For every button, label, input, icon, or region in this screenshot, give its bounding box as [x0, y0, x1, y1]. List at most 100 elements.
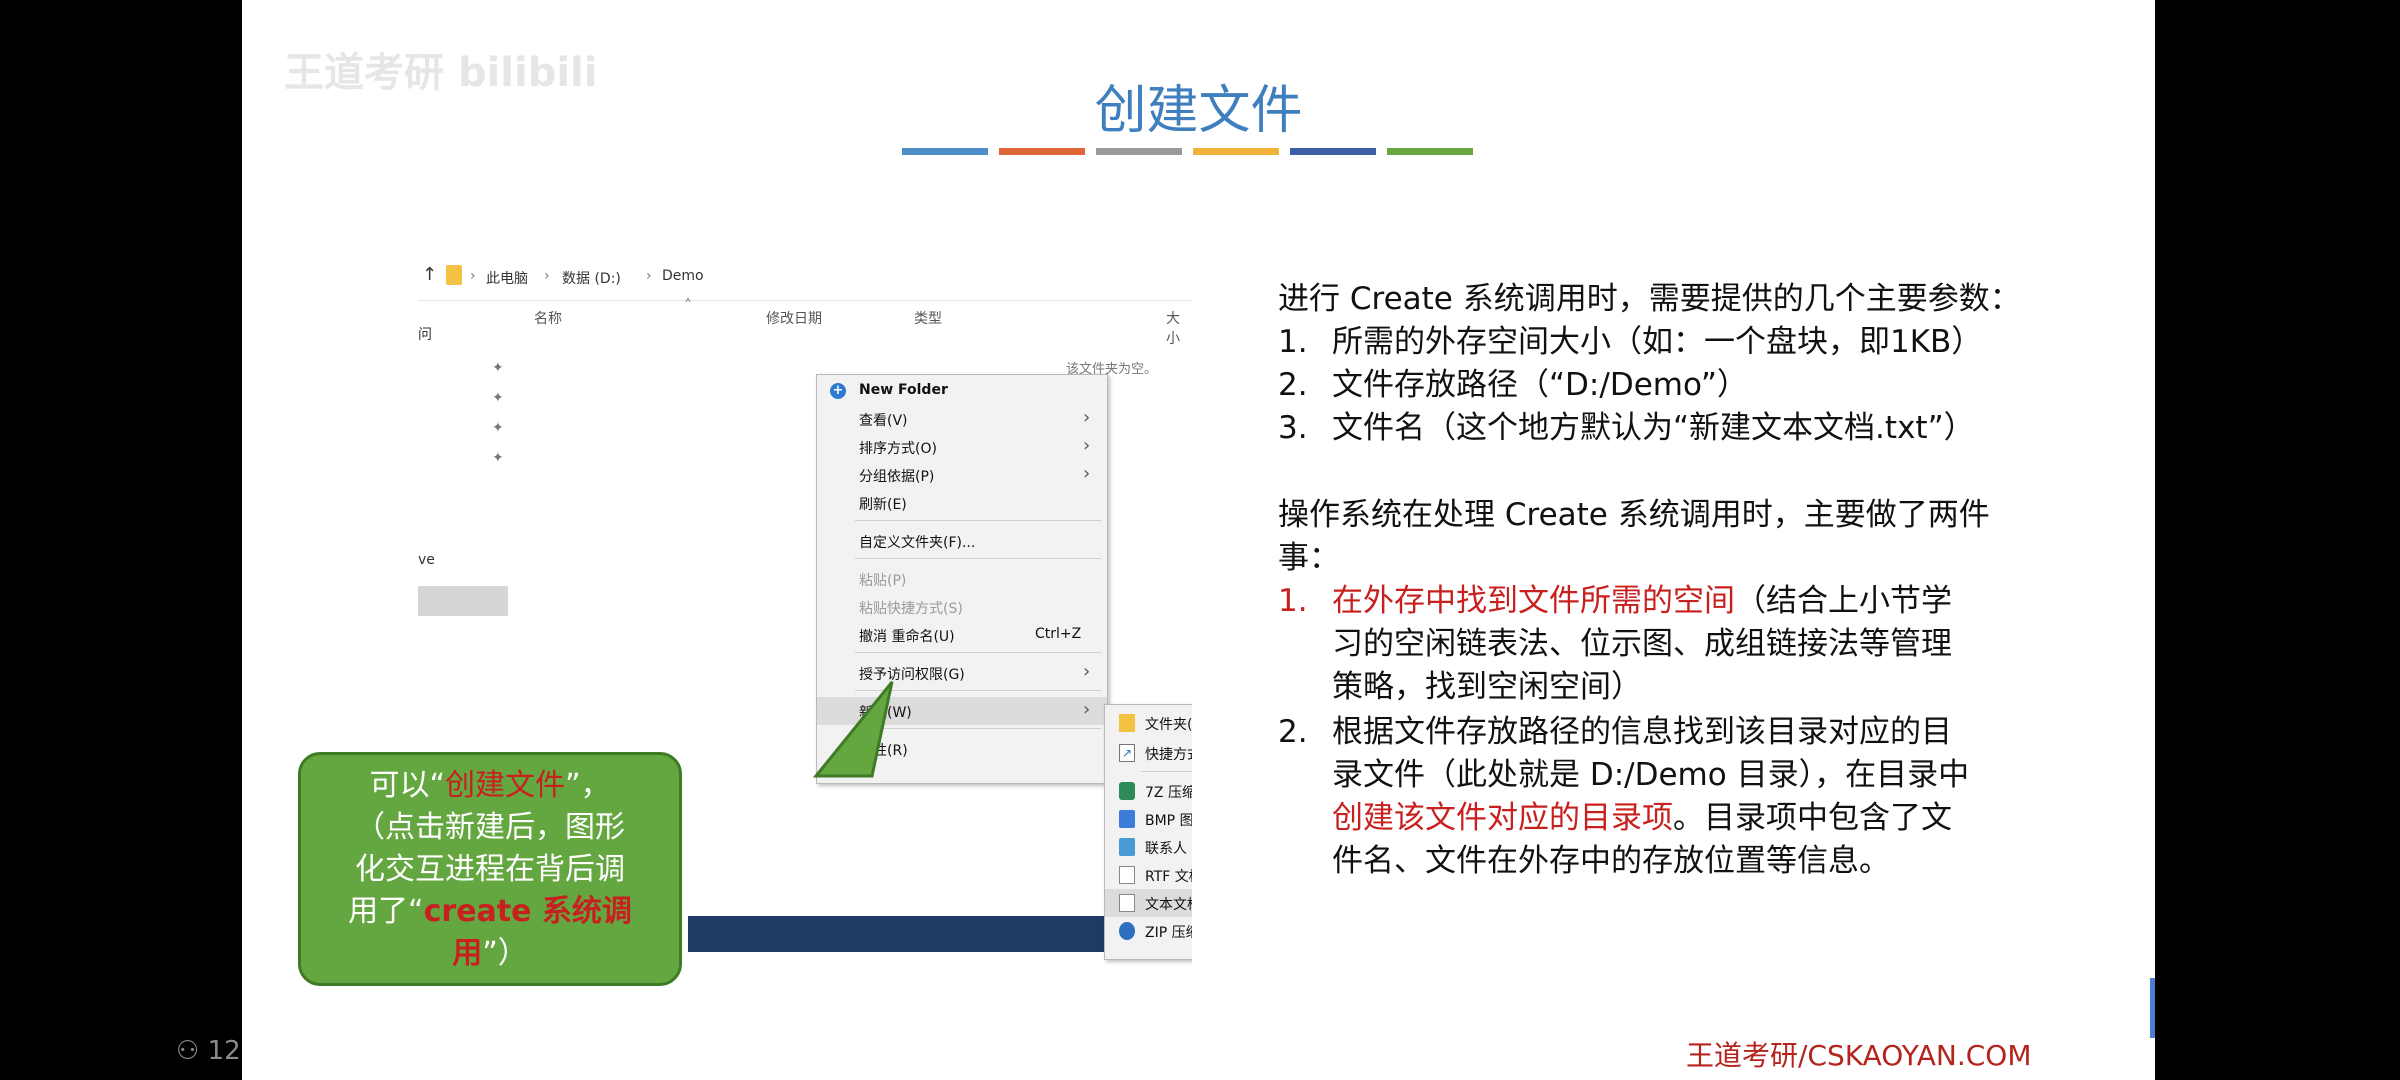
column-header-name[interactable]: 名称	[534, 308, 562, 328]
menu-item-label: 自定义文件夹(F)...	[859, 535, 976, 551]
os-item-2-line: 录文件（此处就是 D:/Demo 目录），在目录中	[1332, 757, 1970, 793]
submenu-item-label: 快捷方式(S)	[1145, 747, 1192, 763]
param-text: 文件名（这个地方默认为“新建文本文档.txt”）	[1332, 410, 1975, 446]
document-icon	[1119, 866, 1135, 884]
submenu-item-label: 联系人	[1145, 841, 1187, 857]
list-number: 1.	[1278, 583, 1308, 619]
title-stripe	[1096, 148, 1182, 155]
os-item-2-line: 创建该文件对应的目录项。目录项中包含了文	[1332, 797, 1952, 840]
contact-icon	[1119, 838, 1135, 856]
bubble-text: 可以“	[369, 768, 445, 803]
menu-item-label: 分组依据(P)	[859, 469, 935, 485]
breadcrumb-separator-icon: ›	[470, 268, 476, 284]
menu-separator	[855, 558, 1101, 559]
menu-item-label: 粘贴快捷方式(S)	[859, 601, 963, 617]
viewer-icon: ⚇	[176, 1036, 208, 1066]
item-text: 根据文件存放路径的信息找到该目录对应的目	[1332, 714, 1952, 750]
address-bar[interactable]: ↑ › 此电脑 › 数据 (D:) › Demo	[418, 256, 1192, 301]
bubble-line: 用了“create 系统调	[301, 891, 679, 933]
chevron-right-icon: ›	[1083, 661, 1091, 682]
submenu-item-bmp[interactable]: BMP 图像	[1105, 805, 1192, 833]
sidebar-selected-item[interactable]	[418, 586, 508, 616]
menu-item-undo-rename[interactable]: 撤消 重命名(U) Ctrl+Z	[817, 621, 1107, 649]
sidebar-fragment: ve	[418, 552, 435, 568]
footer-brand: 王道考研/CSKAOYAN.COM	[1686, 1039, 2032, 1072]
menu-item-label: 粘贴(P)	[859, 573, 907, 589]
chevron-right-icon: ›	[1083, 699, 1091, 720]
os-intro: 操作系统在处理 Create 系统调用时，主要做了两件	[1278, 497, 1990, 533]
pin-icon: ✦	[492, 360, 504, 376]
callout-bubble: 可以“创建文件”， （点击新建后，图形 化交互进程在背后调 用了“create …	[298, 752, 682, 986]
slide-title: 创建文件	[1094, 81, 1303, 141]
menu-item-label: 排序方式(O)	[859, 441, 937, 457]
highlight-text: 在外存中找到文件所需的空间	[1332, 583, 1735, 619]
submenu-item-text-document[interactable]: 文本文档	[1105, 889, 1192, 917]
sort-caret-icon: ˄	[684, 296, 692, 315]
submenu-item-7z[interactable]: 7Z 压缩文件	[1105, 777, 1192, 805]
menu-item-sort[interactable]: 排序方式(O) ›	[817, 433, 1107, 461]
menu-item-label: 刷新(E)	[859, 497, 907, 513]
menu-separator	[855, 652, 1101, 653]
menu-item-group[interactable]: 分组依据(P) ›	[817, 461, 1107, 489]
os-item-1-line: 习的空闲链表法、位示图、成组链接法等管理	[1332, 626, 1952, 662]
sidebar-fragment: 问	[418, 327, 432, 343]
new-submenu: 文件夹(F) ↗ 快捷方式(S) 7Z 压缩文件 BMP 图像 联系人 RTF	[1104, 704, 1192, 960]
submenu-item-zip[interactable]: ZIP 压缩文件	[1105, 917, 1192, 945]
image-icon	[1119, 810, 1135, 828]
pin-icon: ✦	[492, 390, 504, 406]
breadcrumb-item[interactable]: 此电脑	[486, 268, 528, 288]
menu-item-refresh[interactable]: 刷新(E)	[817, 489, 1107, 517]
submenu-item-rtf[interactable]: RTF 文档	[1105, 861, 1192, 889]
title-stripe	[999, 148, 1085, 155]
item-text: 。目录项中包含了文	[1673, 800, 1952, 836]
submenu-item-shortcut[interactable]: ↗ 快捷方式(S)	[1105, 739, 1192, 767]
new-folder-icon: +	[830, 383, 846, 399]
menu-separator	[855, 520, 1101, 521]
list-number: 2.	[1278, 367, 1308, 403]
menu-separator	[1141, 771, 1192, 772]
bubble-line: （点击新建后，图形	[355, 810, 625, 845]
bubble-highlight: 用	[452, 936, 483, 971]
submenu-item-folder[interactable]: 文件夹(F)	[1105, 709, 1192, 737]
bubble-highlight: create 系统调	[423, 894, 632, 929]
menu-item-customize[interactable]: 自定义文件夹(F)...	[817, 527, 1107, 555]
bubble-line: 可以“创建文件”，	[301, 765, 679, 807]
column-header-date[interactable]: 修改日期	[766, 308, 822, 328]
os-item-1-line: 策略，找到空闲空间）	[1332, 669, 1642, 705]
submenu-item-contact[interactable]: 联系人	[1105, 833, 1192, 861]
folder-icon	[1119, 714, 1135, 732]
breadcrumb-separator-icon: ›	[544, 268, 550, 284]
archive-icon	[1119, 782, 1135, 800]
menu-item-shortcut: Ctrl+Z	[1035, 626, 1082, 642]
submenu-item-label: ZIP 压缩文件	[1145, 925, 1192, 941]
bubble-text: ”）	[482, 936, 528, 971]
menu-item-new-folder[interactable]: + New Folder	[817, 377, 1107, 405]
submenu-item-label: RTF 文档	[1145, 869, 1192, 885]
column-header-type[interactable]: 类型	[914, 308, 942, 328]
bubble-line: 用”）	[301, 933, 679, 975]
title-stripe	[902, 148, 988, 155]
slide: 王道考研 bilibili 创建文件 ↑ › 此电脑 › 数据 (D:) › D…	[242, 0, 2155, 1080]
text-file-icon	[1119, 894, 1135, 912]
viewer-count: ⚇ 12	[176, 1036, 241, 1066]
chevron-right-icon: ›	[1083, 463, 1091, 484]
up-arrow-icon[interactable]: ↑	[422, 264, 437, 285]
breadcrumb-item[interactable]: 数据 (D:)	[562, 268, 621, 288]
menu-item-paste-shortcut: 粘贴快捷方式(S)	[817, 593, 1107, 621]
column-header-size[interactable]: 大小	[1166, 308, 1192, 348]
menu-item-paste: 粘贴(P)	[817, 565, 1107, 593]
menu-item-view[interactable]: 查看(V) ›	[817, 405, 1107, 433]
viewer-count-value: 12	[207, 1036, 241, 1066]
list-number: 1.	[1278, 324, 1308, 360]
bubble-text: 用了“	[348, 894, 424, 929]
breadcrumb-separator-icon: ›	[646, 268, 652, 284]
param-text: 文件存放路径（“D:/Demo”）	[1332, 367, 1748, 403]
os-item-2-line: 件名、文件在外存中的存放位置等信息。	[1332, 843, 1890, 879]
title-stripe	[1290, 148, 1376, 155]
breadcrumb-item[interactable]: Demo	[662, 268, 704, 284]
os-intro: 事：	[1278, 540, 1340, 576]
pin-icon: ✦	[492, 420, 504, 436]
bubble-line: 化交互进程在背后调	[355, 852, 625, 887]
shortcut-icon: ↗	[1119, 744, 1135, 762]
bubble-tail	[812, 681, 894, 778]
